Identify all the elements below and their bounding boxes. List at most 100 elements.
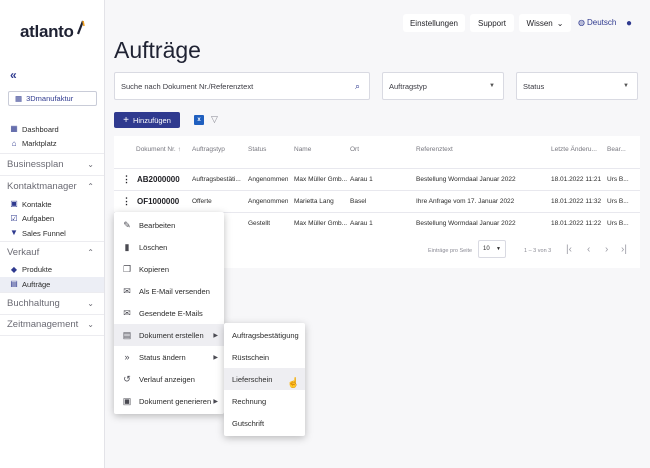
sidebar-section-businessplan[interactable]: Businessplan ⌄: [0, 153, 104, 175]
sidebar-section-verkauf[interactable]: Verkauf ⌃: [0, 240, 104, 263]
sidebar-section-kontaktmanager[interactable]: Kontaktmanager ⌃: [0, 175, 104, 197]
brand-logo[interactable]: atlanto: [20, 22, 74, 42]
table-row[interactable]: ⋮ AB2000000 Auftragsbestäti... Angenomme…: [114, 168, 640, 190]
column-header-last-modified[interactable]: Letzte Änderu...: [551, 146, 597, 153]
menu-item-label: Bearbeiten: [139, 220, 176, 230]
search-input[interactable]: Suche nach Dokument Nr./Referenztext ⌕: [114, 72, 370, 100]
sidebar-item-label: Aufträge: [22, 279, 51, 289]
cell-location: Aarau 1: [350, 220, 373, 227]
cell-document: OF1000000: [137, 197, 180, 206]
excel-export-icon[interactable]: x: [194, 115, 204, 125]
column-header-status[interactable]: Status: [248, 146, 266, 153]
cell-location: Basel: [350, 198, 367, 205]
first-page-icon[interactable]: |‹: [566, 244, 572, 255]
building-icon: ▦: [15, 94, 23, 103]
language-selector[interactable]: ◍ Deutsch: [578, 18, 616, 27]
chevron-down-icon: ⌄: [87, 160, 94, 169]
menu-item-create-document[interactable]: ▤ Dokument erstellen ▶: [114, 324, 224, 346]
sidebar-item-label: Aufgaben: [22, 214, 55, 224]
chevron-up-icon: ⌃: [87, 182, 94, 191]
add-button-label: Hinzufügen: [132, 115, 171, 125]
submenu-item-order-confirmation[interactable]: Auftragsbestätigung: [224, 324, 305, 346]
funnel-icon: ▼: [10, 228, 18, 238]
column-header-document[interactable]: Dokument Nr. ↑: [136, 146, 181, 153]
menu-item-change-status[interactable]: » Status ändern ▶: [114, 346, 224, 368]
collapse-sidebar-icon[interactable]: «: [10, 68, 17, 82]
status-label: Status: [523, 81, 545, 91]
per-page-select[interactable]: 10 ▼: [478, 240, 506, 258]
sidebar-item-aufgaben[interactable]: ☑ Aufgaben: [0, 212, 104, 227]
submenu-item-picking-slip[interactable]: Rüstschein: [224, 346, 305, 368]
sidebar-item-auftraege[interactable]: ▤ Aufträge: [0, 277, 104, 292]
cell-reference: Bestellung Wormdaal Januar 2022: [416, 176, 516, 183]
next-page-icon[interactable]: ›: [605, 244, 608, 255]
submenu-arrow-icon: ▶: [213, 398, 218, 405]
dashboard-icon: ▦: [10, 124, 18, 134]
pointer-cursor-icon: ☝: [287, 378, 300, 389]
last-page-icon[interactable]: ›|: [621, 244, 627, 255]
user-icon[interactable]: ●: [626, 18, 632, 29]
table-row[interactable]: ⋮ OF1000000 Offerte Angenommen Marietta …: [114, 190, 640, 212]
cell-status: Angenommen: [248, 198, 289, 205]
menu-item-sent-emails[interactable]: ✉ Gesendete E-Mails: [114, 302, 224, 324]
logo-mark-icon: [76, 20, 85, 35]
row-menu-icon[interactable]: ⋮: [122, 175, 131, 184]
column-header-reference[interactable]: Referenztext: [416, 146, 453, 153]
sidebar-section-label: Zeitmanagement: [7, 319, 79, 330]
column-header-location[interactable]: Ort: [350, 146, 359, 153]
sidebar-section-label: Businessplan: [7, 159, 64, 170]
sidebar-item-sales-funnel[interactable]: ▼ Sales Funnel: [0, 226, 104, 241]
column-header-name[interactable]: Name: [294, 146, 311, 153]
cell-editor: Urs B...: [607, 176, 629, 183]
column-header-editor[interactable]: Bear...: [607, 146, 626, 153]
column-header-type[interactable]: Auftragstyp: [192, 146, 225, 153]
previous-page-icon[interactable]: ‹: [587, 244, 590, 255]
menu-item-send-email[interactable]: ✉ Als E-Mail versenden: [114, 280, 224, 302]
pagination-range: 1 – 3 von 3: [524, 248, 552, 254]
status-select[interactable]: Status ▼: [516, 72, 638, 100]
sidebar-section-label: Verkauf: [7, 246, 40, 258]
sidebar-item-produkte[interactable]: ◆ Produkte: [0, 263, 104, 278]
row-menu-icon[interactable]: ⋮: [122, 197, 131, 206]
page-title: Aufträge: [114, 37, 201, 63]
sidebar-item-label: Marktplatz: [22, 139, 57, 149]
menu-item-edit[interactable]: ✎ Bearbeiten: [114, 214, 224, 236]
filter-icon[interactable]: ▽: [211, 114, 218, 125]
sidebar-item-kontakte[interactable]: ▣ Kontakte: [0, 197, 104, 212]
cell-type: Auftragsbestäti...: [192, 176, 241, 183]
sort-up-icon: ↑: [177, 146, 181, 153]
globe-icon: ◍: [578, 18, 585, 27]
menu-item-label: Als E-Mail versenden: [139, 286, 210, 296]
cell-type: Offerte: [192, 198, 212, 205]
company-selector[interactable]: ▦ 3Dmanufaktur: [8, 91, 97, 106]
sidebar-section-zeitmanagement[interactable]: Zeitmanagement ⌄: [0, 313, 104, 336]
sidebar-section-label: Kontaktmanager: [7, 181, 77, 192]
search-icon[interactable]: ⌕: [355, 81, 360, 92]
knowledge-dropdown[interactable]: Wissen ⌄: [519, 14, 571, 32]
submenu-item-credit-note[interactable]: Gutschrift: [224, 412, 305, 434]
settings-button[interactable]: Einstellungen: [403, 14, 465, 32]
menu-item-generate-document[interactable]: ▣ Dokument generieren ▶: [114, 390, 224, 412]
menu-item-label: Verlauf anzeigen: [139, 374, 195, 384]
sidebar-section-buchhaltung[interactable]: Buchhaltung ⌄: [0, 291, 104, 314]
menu-item-label: Löschen: [139, 242, 168, 252]
row-context-menu: ✎ Bearbeiten ▮ Löschen ❐ Kopieren ✉ Als …: [114, 212, 224, 414]
cell-reference: Bestellung Wormdaal Januar 2022: [416, 220, 516, 227]
per-page-value: 10: [483, 246, 490, 252]
plus-icon: +: [123, 114, 129, 126]
menu-item-delete[interactable]: ▮ Löschen: [114, 236, 224, 258]
order-type-select[interactable]: Auftragstyp ▼: [382, 72, 504, 100]
support-button[interactable]: Support: [470, 14, 514, 32]
document-icon: ▤: [122, 329, 132, 340]
submenu-item-invoice[interactable]: Rechnung: [224, 390, 305, 412]
add-button[interactable]: + Hinzufügen: [114, 112, 180, 128]
trash-icon: ▮: [124, 241, 130, 252]
sidebar-item-marktplatz[interactable]: ⌂ Marktplatz: [0, 137, 104, 152]
knowledge-label: Wissen: [526, 18, 553, 28]
menu-item-history[interactable]: ↺ Verlauf anzeigen: [114, 368, 224, 390]
sidebar: atlanto « ▦ 3Dmanufaktur ▦ Dashboard ⌂ M…: [0, 0, 105, 468]
menu-item-copy[interactable]: ❐ Kopieren: [114, 258, 224, 280]
cell-status: Angenommen: [248, 176, 289, 183]
cell-editor: Urs B...: [607, 198, 629, 205]
sidebar-item-dashboard[interactable]: ▦ Dashboard: [0, 122, 104, 137]
